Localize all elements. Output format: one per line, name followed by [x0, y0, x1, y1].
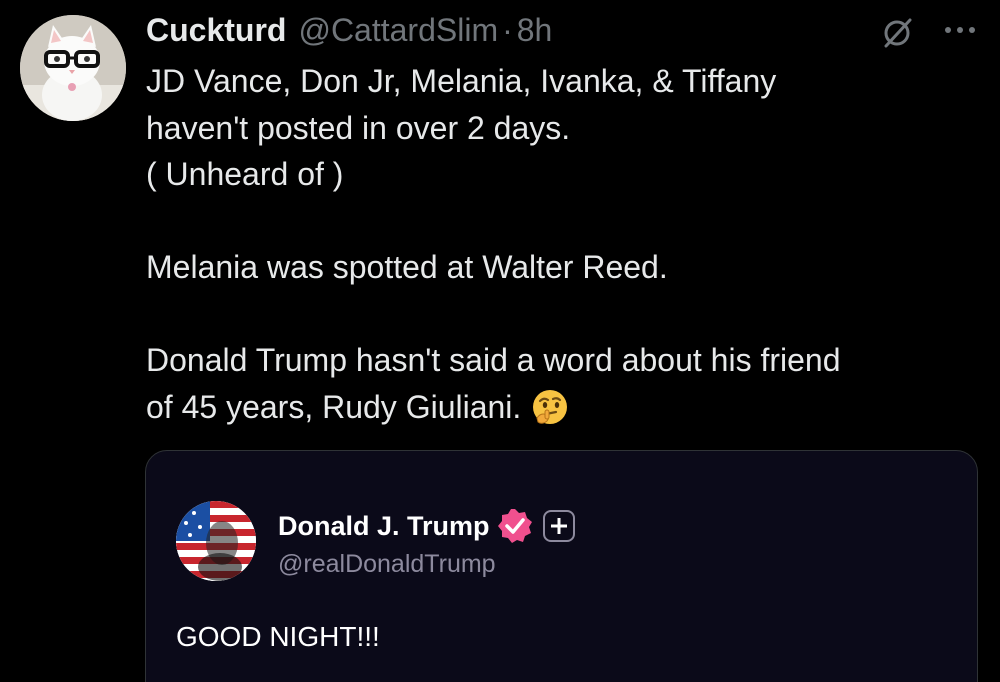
post-text-line: ( Unheard of ) — [146, 156, 344, 192]
author-avatar[interactable] — [20, 15, 126, 121]
thinking-face-emoji-icon — [531, 388, 569, 426]
post-text-line-last: of 45 years, Rudy Giuliani. — [146, 384, 976, 431]
verified-badge-icon[interactable] — [496, 507, 534, 545]
header-separator: · — [502, 12, 513, 48]
tweet: Cuckturd @CattardSlim · 8h JD Vance, Don… — [0, 0, 1000, 682]
cat-with-glasses-avatar-icon — [20, 15, 126, 121]
post-text-line: Donald Trump hasn't said a word about hi… — [146, 342, 841, 378]
post-text: JD Vance, Don Jr, Melania, Ivanka, & Tif… — [146, 58, 976, 430]
quoted-author-row: Donald J. Trump — [278, 507, 576, 545]
plus-badge-icon[interactable] — [542, 509, 576, 543]
post-time[interactable]: 8h — [517, 12, 553, 49]
post-text-line: haven't posted in over 2 days. — [146, 109, 571, 146]
quoted-author-handle[interactable]: @realDonaldTrump — [278, 550, 496, 579]
post-text-line: of 45 years, Rudy Giuliani. — [146, 388, 522, 425]
slashed-circle-icon[interactable] — [880, 14, 916, 50]
quoted-post[interactable]: Donald J. Trump @realDonaldTrump GOOD NI… — [145, 450, 978, 682]
more-dots-icon[interactable] — [940, 12, 980, 48]
author-handle[interactable]: @CattardSlim — [298, 12, 498, 49]
post-text-line: JD Vance, Don Jr, Melania, Ivanka, & Tif… — [146, 63, 777, 99]
post-text-line: Melania was spotted at Walter Reed. — [146, 249, 668, 285]
quoted-author-avatar[interactable] — [176, 501, 256, 581]
quoted-author-name[interactable]: Donald J. Trump — [278, 511, 490, 542]
flag-face-avatar-icon — [176, 501, 256, 581]
post-header: Cuckturd @CattardSlim · 8h — [146, 12, 552, 52]
quoted-post-text: GOOD NIGHT!!! — [176, 621, 380, 652]
author-display-name[interactable]: Cuckturd — [146, 12, 286, 49]
